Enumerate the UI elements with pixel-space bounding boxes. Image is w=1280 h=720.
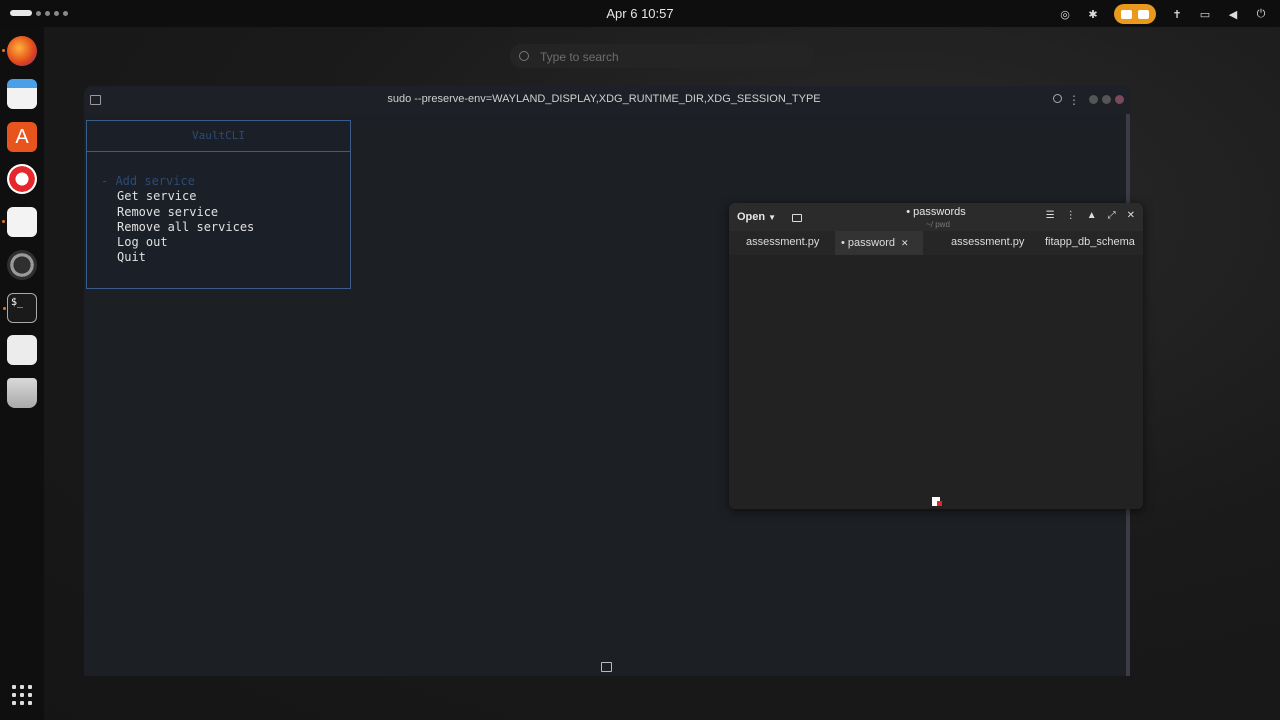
screen-share-indicator[interactable] (1114, 4, 1156, 24)
screenshot-icon[interactable] (7, 335, 37, 365)
tab-fitapp-db-schema[interactable]: fitapp_db_schema (1045, 236, 1139, 248)
editor-header: Open ▼ • passwords ~/ pwd ☰ ⋮ ▲ ⤢ ✕ (729, 203, 1143, 231)
terminal-title: sudo --preserve-env=WAYLAND_DISPLAY,XDG_… (387, 93, 821, 105)
help-icon[interactable] (7, 164, 37, 194)
text-editor-marker-icon (932, 497, 942, 506)
close-button[interactable] (1115, 95, 1124, 104)
trash-icon[interactable] (7, 378, 37, 408)
close-tab-icon[interactable]: ✕ (901, 238, 909, 248)
vault-menu-box: VaultCLI - Add service Get service Remov… (86, 120, 351, 289)
system-tray[interactable]: ◎ ✱ ✝ ▭ ◀ ⏻ (1058, 4, 1268, 24)
window-controls (1089, 95, 1124, 104)
menu-item-remove-service[interactable]: Remove service (101, 205, 254, 220)
menu-item-add-service[interactable]: - Add service (101, 174, 254, 189)
vault-menu: - Add service Get service Remove service… (101, 174, 254, 266)
editor-tabs: assessment.py • password ✕ assessment.py … (729, 231, 1143, 255)
editor-text-area[interactable] (729, 255, 1143, 509)
show-apps-icon[interactable] (12, 685, 32, 705)
menu-icon[interactable]: ⋮ (1068, 93, 1080, 107)
tab-assessment-py[interactable]: assessment.py (746, 236, 819, 248)
desktop: Apr 6 10:57 ◎ ✱ ✝ ▭ ◀ ⏻ A $_ Type to sea… (0, 0, 1280, 720)
search-icon (519, 51, 529, 61)
search-icon[interactable] (1053, 94, 1062, 103)
firefox-icon[interactable] (2, 36, 37, 66)
maximize-button[interactable] (1102, 95, 1111, 104)
files-icon[interactable] (7, 79, 37, 109)
minimize-icon[interactable]: ▲ (1087, 210, 1097, 221)
top-bar: Apr 6 10:57 ◎ ✱ ✝ ▭ ◀ ⏻ (0, 0, 1280, 27)
menu-item-quit[interactable]: Quit (101, 250, 254, 265)
stop-icon (1138, 9, 1149, 19)
text-editor-icon[interactable] (2, 207, 37, 237)
volume-icon[interactable]: ◀ (1226, 7, 1240, 21)
terminal-tab-icon (601, 662, 612, 672)
obs-icon[interactable] (7, 250, 37, 280)
accessibility-icon[interactable]: ✝ (1170, 7, 1184, 21)
search-placeholder: Type to search (540, 50, 619, 64)
bluetooth-icon[interactable]: ✱ (1086, 7, 1100, 21)
tab-assessment-py-2[interactable]: assessment.py (951, 236, 1024, 248)
editor-toolbar: ☰ ⋮ ▲ ⤢ ✕ (1046, 210, 1135, 221)
menu-item-log-out[interactable]: Log out (101, 235, 254, 250)
screen-record-icon[interactable]: ◎ (1058, 7, 1072, 21)
tab-passwords[interactable]: • password ✕ (835, 231, 923, 255)
divider (87, 151, 350, 152)
network-icon[interactable]: ▭ (1198, 7, 1212, 21)
minimize-button[interactable] (1089, 95, 1098, 104)
menu-item-get-service[interactable]: Get service (101, 189, 254, 204)
document-path: ~/ pwd (926, 220, 950, 229)
maximize-icon[interactable]: ⤢ (1108, 210, 1116, 221)
kebab-menu-icon[interactable]: ⋮ (1066, 210, 1076, 221)
dock: A $_ (0, 27, 44, 720)
text-editor-window[interactable]: Open ▼ • passwords ~/ pwd ☰ ⋮ ▲ ⤢ ✕ asses… (729, 203, 1143, 509)
screencast-icon (1121, 9, 1132, 19)
terminal-icon[interactable]: $_ (3, 293, 37, 323)
terminal-header: sudo --preserve-env=WAYLAND_DISPLAY,XDG_… (84, 86, 1130, 114)
tab-label: • password (841, 237, 895, 249)
vault-title: VaultCLI (192, 129, 245, 142)
search-bar[interactable]: Type to search (510, 44, 815, 68)
app-center-icon[interactable]: A (7, 122, 37, 152)
close-icon[interactable]: ✕ (1127, 210, 1135, 221)
power-icon[interactable]: ⏻ (1254, 7, 1268, 21)
menu-item-remove-all-services[interactable]: Remove all services (101, 220, 254, 235)
hamburger-menu-icon[interactable]: ☰ (1046, 210, 1055, 221)
